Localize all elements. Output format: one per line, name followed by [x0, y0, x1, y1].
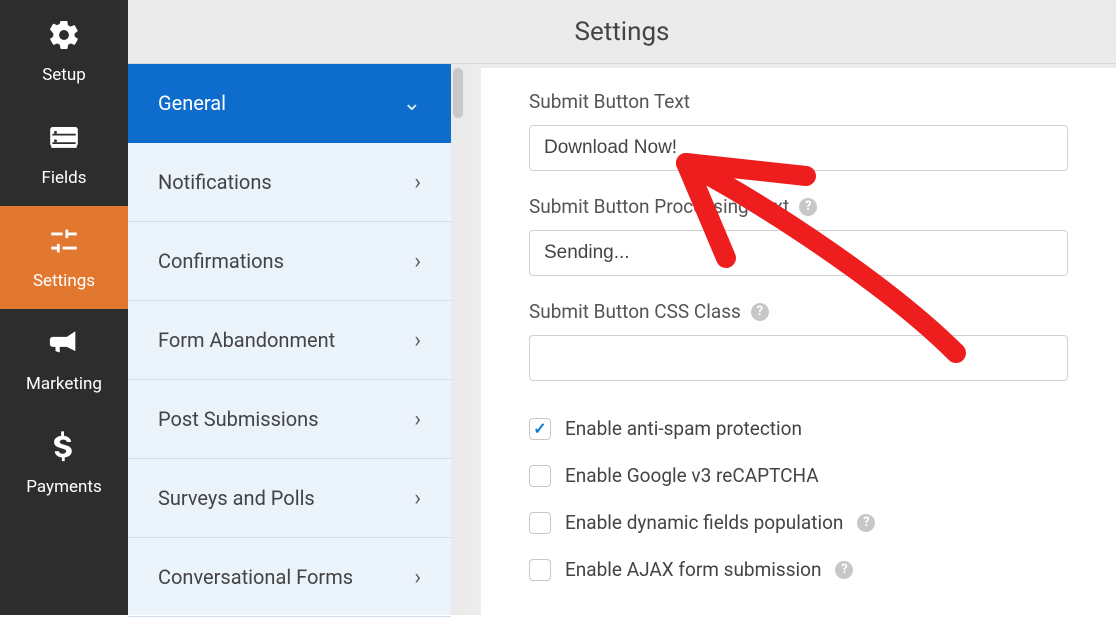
submit-button-css-class-label: Submit Button CSS Class [529, 300, 741, 323]
nav-item-marketing[interactable]: Marketing [0, 309, 128, 412]
submenu-label: Surveys and Polls [158, 486, 315, 510]
gear-icon [47, 18, 81, 57]
checkbox-anti-spam[interactable] [529, 418, 551, 440]
page-title-bar: Settings [128, 0, 1116, 64]
submit-button-text-input[interactable] [529, 125, 1068, 171]
submenu-label: General [158, 91, 226, 115]
checkbox-dynamic-fields[interactable] [529, 512, 551, 534]
nav-label: Setup [42, 65, 86, 85]
submenu-label: Post Submissions [158, 407, 319, 431]
scrollbar-thumb[interactable] [453, 68, 463, 118]
submenu-item-confirmations[interactable]: Confirmations › [128, 222, 451, 301]
submenu-label: Form Abandonment [158, 328, 335, 352]
page-title: Settings [575, 17, 670, 47]
nav-item-fields[interactable]: Fields [0, 103, 128, 206]
nav-label: Payments [26, 477, 101, 497]
submenu-label: Confirmations [158, 249, 284, 273]
chevron-right-icon: › [414, 486, 421, 511]
submit-button-text-label: Submit Button Text [529, 90, 1068, 113]
nav-item-settings[interactable]: Settings [0, 206, 128, 309]
chevron-right-icon: › [414, 407, 421, 432]
submenu-item-general[interactable]: General ⌄ [128, 64, 451, 143]
help-icon[interactable]: ? [799, 198, 817, 216]
submenu-label: Notifications [158, 170, 272, 194]
chevron-right-icon: › [414, 249, 421, 274]
help-icon[interactable]: ? [835, 561, 853, 579]
chevron-down-icon: ⌄ [403, 91, 421, 116]
primary-nav: Setup Fields Settings Marketing Payments [0, 0, 128, 615]
nav-item-payments[interactable]: Payments [0, 412, 128, 515]
submenu-item-conversational-forms[interactable]: Conversational Forms › [128, 538, 451, 617]
checkbox-label: Enable anti-spam protection [565, 417, 802, 440]
checkbox-label: Enable dynamic fields population [565, 511, 843, 534]
sliders-icon [47, 224, 81, 263]
submenu-item-post-submissions[interactable]: Post Submissions › [128, 380, 451, 459]
help-icon[interactable]: ? [751, 303, 769, 321]
checkbox-recaptcha[interactable] [529, 465, 551, 487]
chevron-right-icon: › [414, 170, 421, 195]
submit-button-processing-text-label: Submit Button Processing Text [529, 195, 789, 218]
checkbox-label: Enable AJAX form submission [565, 558, 821, 581]
help-icon[interactable]: ? [857, 514, 875, 532]
submenu-item-surveys-and-polls[interactable]: Surveys and Polls › [128, 459, 451, 538]
chevron-right-icon: › [414, 328, 421, 353]
settings-panel: Submit Button Text Submit Button Process… [481, 68, 1116, 615]
settings-submenu: General ⌄ Notifications › Confirmations … [128, 64, 465, 615]
nav-label: Marketing [26, 374, 102, 394]
submenu-item-form-abandonment[interactable]: Form Abandonment › [128, 301, 451, 380]
checkbox-label: Enable Google v3 reCAPTCHA [565, 464, 819, 487]
submit-button-css-class-input[interactable] [529, 335, 1068, 381]
submenu-label: Conversational Forms [158, 565, 353, 589]
nav-label: Settings [33, 271, 95, 291]
checkbox-ajax-submission[interactable] [529, 559, 551, 581]
nav-item-setup[interactable]: Setup [0, 0, 128, 103]
submenu-scrollbar[interactable] [451, 64, 465, 615]
nav-label: Fields [41, 168, 86, 188]
chevron-right-icon: › [414, 565, 421, 590]
submenu-item-notifications[interactable]: Notifications › [128, 143, 451, 222]
dollar-icon [47, 430, 81, 469]
bullhorn-icon [47, 327, 81, 366]
list-icon [47, 121, 81, 160]
submit-button-processing-text-input[interactable] [529, 230, 1068, 276]
